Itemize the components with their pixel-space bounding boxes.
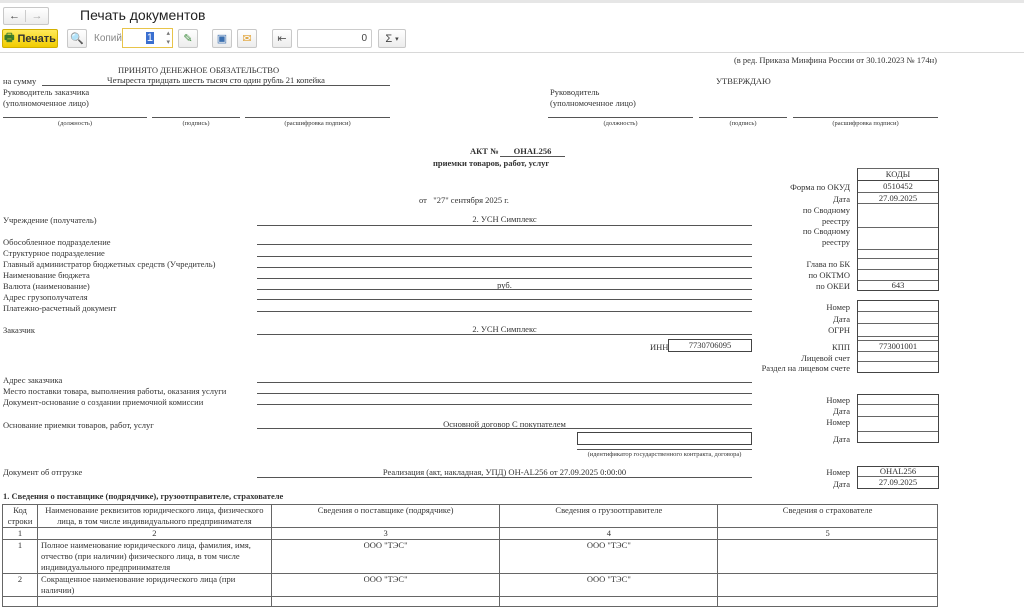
- col-number: 2: [36, 527, 272, 540]
- account-label: Лицевой счет: [801, 353, 850, 363]
- shipment-date: 27.09.2025: [878, 477, 918, 487]
- oktmo-label: по ОКТМО: [808, 270, 850, 280]
- table-row: 1 Полное наименование юридического лица,…: [2, 539, 938, 574]
- date-value: 27.09.2025: [858, 193, 938, 204]
- customer-value: 2. УСН Симплекс: [472, 324, 537, 334]
- contract-id-caption: (идентификатор государственного контракт…: [587, 451, 742, 458]
- okei-value: 643: [891, 280, 905, 290]
- table-row: 2 Сокращенное наименование юридического …: [2, 573, 938, 597]
- header-code: Код строки: [2, 504, 38, 528]
- row-insurer: [717, 573, 938, 597]
- contract-id-field: [577, 432, 752, 445]
- glava-label: Глава по БК: [806, 259, 850, 269]
- position-caption: (должность): [57, 120, 93, 127]
- row-shipper: ООО "ТЭС": [499, 539, 719, 574]
- codes-header: КОДЫ: [858, 169, 938, 181]
- shipment-box: ОНAL256 27.09.2025: [857, 466, 939, 489]
- kpp-value: 773001001: [858, 341, 938, 352]
- separate-label: Обособленное подразделение: [3, 237, 111, 247]
- decode-caption: (расшифровка подписи): [284, 120, 351, 127]
- authorized-label-right: (уполномоченное лицо): [550, 98, 636, 108]
- currency-label: Валюта (наименование): [3, 281, 90, 291]
- row-supplier: ООО "ТЭС": [270, 539, 501, 574]
- date-label-4: Дата: [833, 434, 850, 444]
- signature-caption: (подпись): [182, 120, 210, 127]
- number-label: Номер: [826, 302, 850, 312]
- date-label-2: Дата: [833, 314, 850, 324]
- decode-caption-right: (расшифровка подписи): [832, 120, 899, 127]
- institution-label: Учреждение (получатель): [3, 215, 97, 225]
- col-number: 3: [270, 527, 501, 540]
- account-section-label: Раздел на лицевом счете: [761, 363, 850, 373]
- header-insurer: Сведения о страхователе: [717, 504, 938, 528]
- act-label: АКТ №: [470, 146, 499, 156]
- header-shipper: Сведения о грузоотправителе: [499, 504, 719, 528]
- details-box: 773001001: [857, 300, 939, 373]
- act-date: от "27" сентября 2025 г.: [419, 195, 509, 205]
- section1-title: 1. Сведения о поставщике (подрядчике), г…: [3, 491, 284, 501]
- approve-label: УТВЕРЖДАЮ: [716, 76, 771, 86]
- row-supplier: ООО "ТЭС": [270, 573, 501, 597]
- date-label: Дата: [833, 194, 850, 204]
- table-header-row: Код строки Наименование реквизитов юриди…: [2, 504, 938, 528]
- okud-value: 0510452: [858, 181, 938, 193]
- shipment-number: ОНAL256: [858, 467, 938, 477]
- row-name: Сокращенное наименование юридического ли…: [36, 573, 272, 597]
- act-number: ОНAL256: [500, 146, 565, 157]
- signature-caption-right: (подпись): [729, 120, 757, 127]
- number-label-4: Номер: [826, 467, 850, 477]
- inn-label: ИНН: [650, 342, 669, 352]
- number-label-2: Номер: [826, 395, 850, 405]
- act-subtitle: приемки товаров, работ, услуг: [433, 158, 550, 168]
- header-name: Наименование реквизитов юридического лиц…: [36, 504, 272, 528]
- printed-document: (в ред. Приказа Минфина России от 30.10.…: [0, 0, 1024, 607]
- codes-box: КОДЫ 0510452 27.09.2025 643: [857, 168, 939, 291]
- header-supplier: Сведения о поставщике (подрядчике): [270, 504, 501, 528]
- sum-label: на сумму: [3, 76, 37, 86]
- table-number-row: 12345: [2, 527, 938, 540]
- row-name: Полное наименование юридического лица, ф…: [36, 539, 272, 574]
- budget-label: Наименование бюджета: [3, 270, 90, 280]
- col-number: 5: [717, 527, 938, 540]
- customer-label: Заказчик: [3, 325, 35, 335]
- institution-value: 2. УСН Симплекс: [472, 214, 537, 224]
- registry-label-1: по Сводному реестру: [802, 205, 850, 226]
- shipment-doc-label: Документ об отгрузке: [3, 467, 83, 477]
- obligation-title: ПРИНЯТО ДЕНЕЖНОЕ ОБЯЗАТЕЛЬСТВО: [118, 65, 280, 75]
- delivery-place-label: Место поставки товара, выполнения работы…: [3, 386, 227, 396]
- table-row-partial: [2, 596, 938, 607]
- edition-note: (в ред. Приказа Минфина России от 30.10.…: [733, 55, 937, 65]
- payment-doc-label: Платежно-расчетный документ: [3, 303, 117, 313]
- commission-box: [857, 394, 939, 443]
- registry-label-2: по Сводному реестру: [802, 226, 850, 247]
- row-code: 1: [2, 539, 38, 574]
- authorized-label: (уполномоченное лицо): [3, 98, 89, 108]
- ogrn-label: ОГРН: [828, 325, 850, 335]
- row-insurer: [717, 539, 938, 574]
- kpp-label: КПП: [832, 342, 850, 352]
- date-label-5: Дата: [833, 479, 850, 489]
- sum-value: Четыреста тридцать шесть тысяч сто один …: [107, 75, 325, 85]
- consignee-label: Адрес грузополучателя: [3, 292, 88, 302]
- inn-value: 7730706095: [668, 339, 752, 352]
- shipment-doc-value: Реализация (акт, накладная, УПД) ОН-AL25…: [382, 467, 627, 477]
- row-shipper: ООО "ТЭС": [499, 573, 719, 597]
- customer-address-label: Адрес заказчика: [3, 375, 63, 385]
- supplier-table: Код строки Наименование реквизитов юриди…: [2, 504, 938, 607]
- col-number: 4: [499, 527, 719, 540]
- row-code: 2: [2, 573, 38, 597]
- commission-doc-label: Документ-основание о создании приемочной…: [3, 397, 204, 407]
- okud-label: Форма по ОКУД: [790, 182, 850, 192]
- position-caption-right: (должность): [603, 120, 638, 127]
- date-label-3: Дата: [833, 406, 850, 416]
- head-label: Руководитель: [550, 87, 600, 97]
- okei-label: по ОКЕИ: [815, 281, 850, 291]
- basis-label: Основание приемки товаров, работ, услуг: [3, 420, 154, 430]
- structural-label: Структурное подразделение: [3, 248, 105, 258]
- admin-label: Главный администратор бюджетных средств …: [3, 259, 216, 269]
- customer-head-label: Руководитель заказчика: [3, 87, 90, 97]
- number-label-3: Номер: [826, 417, 850, 427]
- col-number: 1: [2, 527, 38, 540]
